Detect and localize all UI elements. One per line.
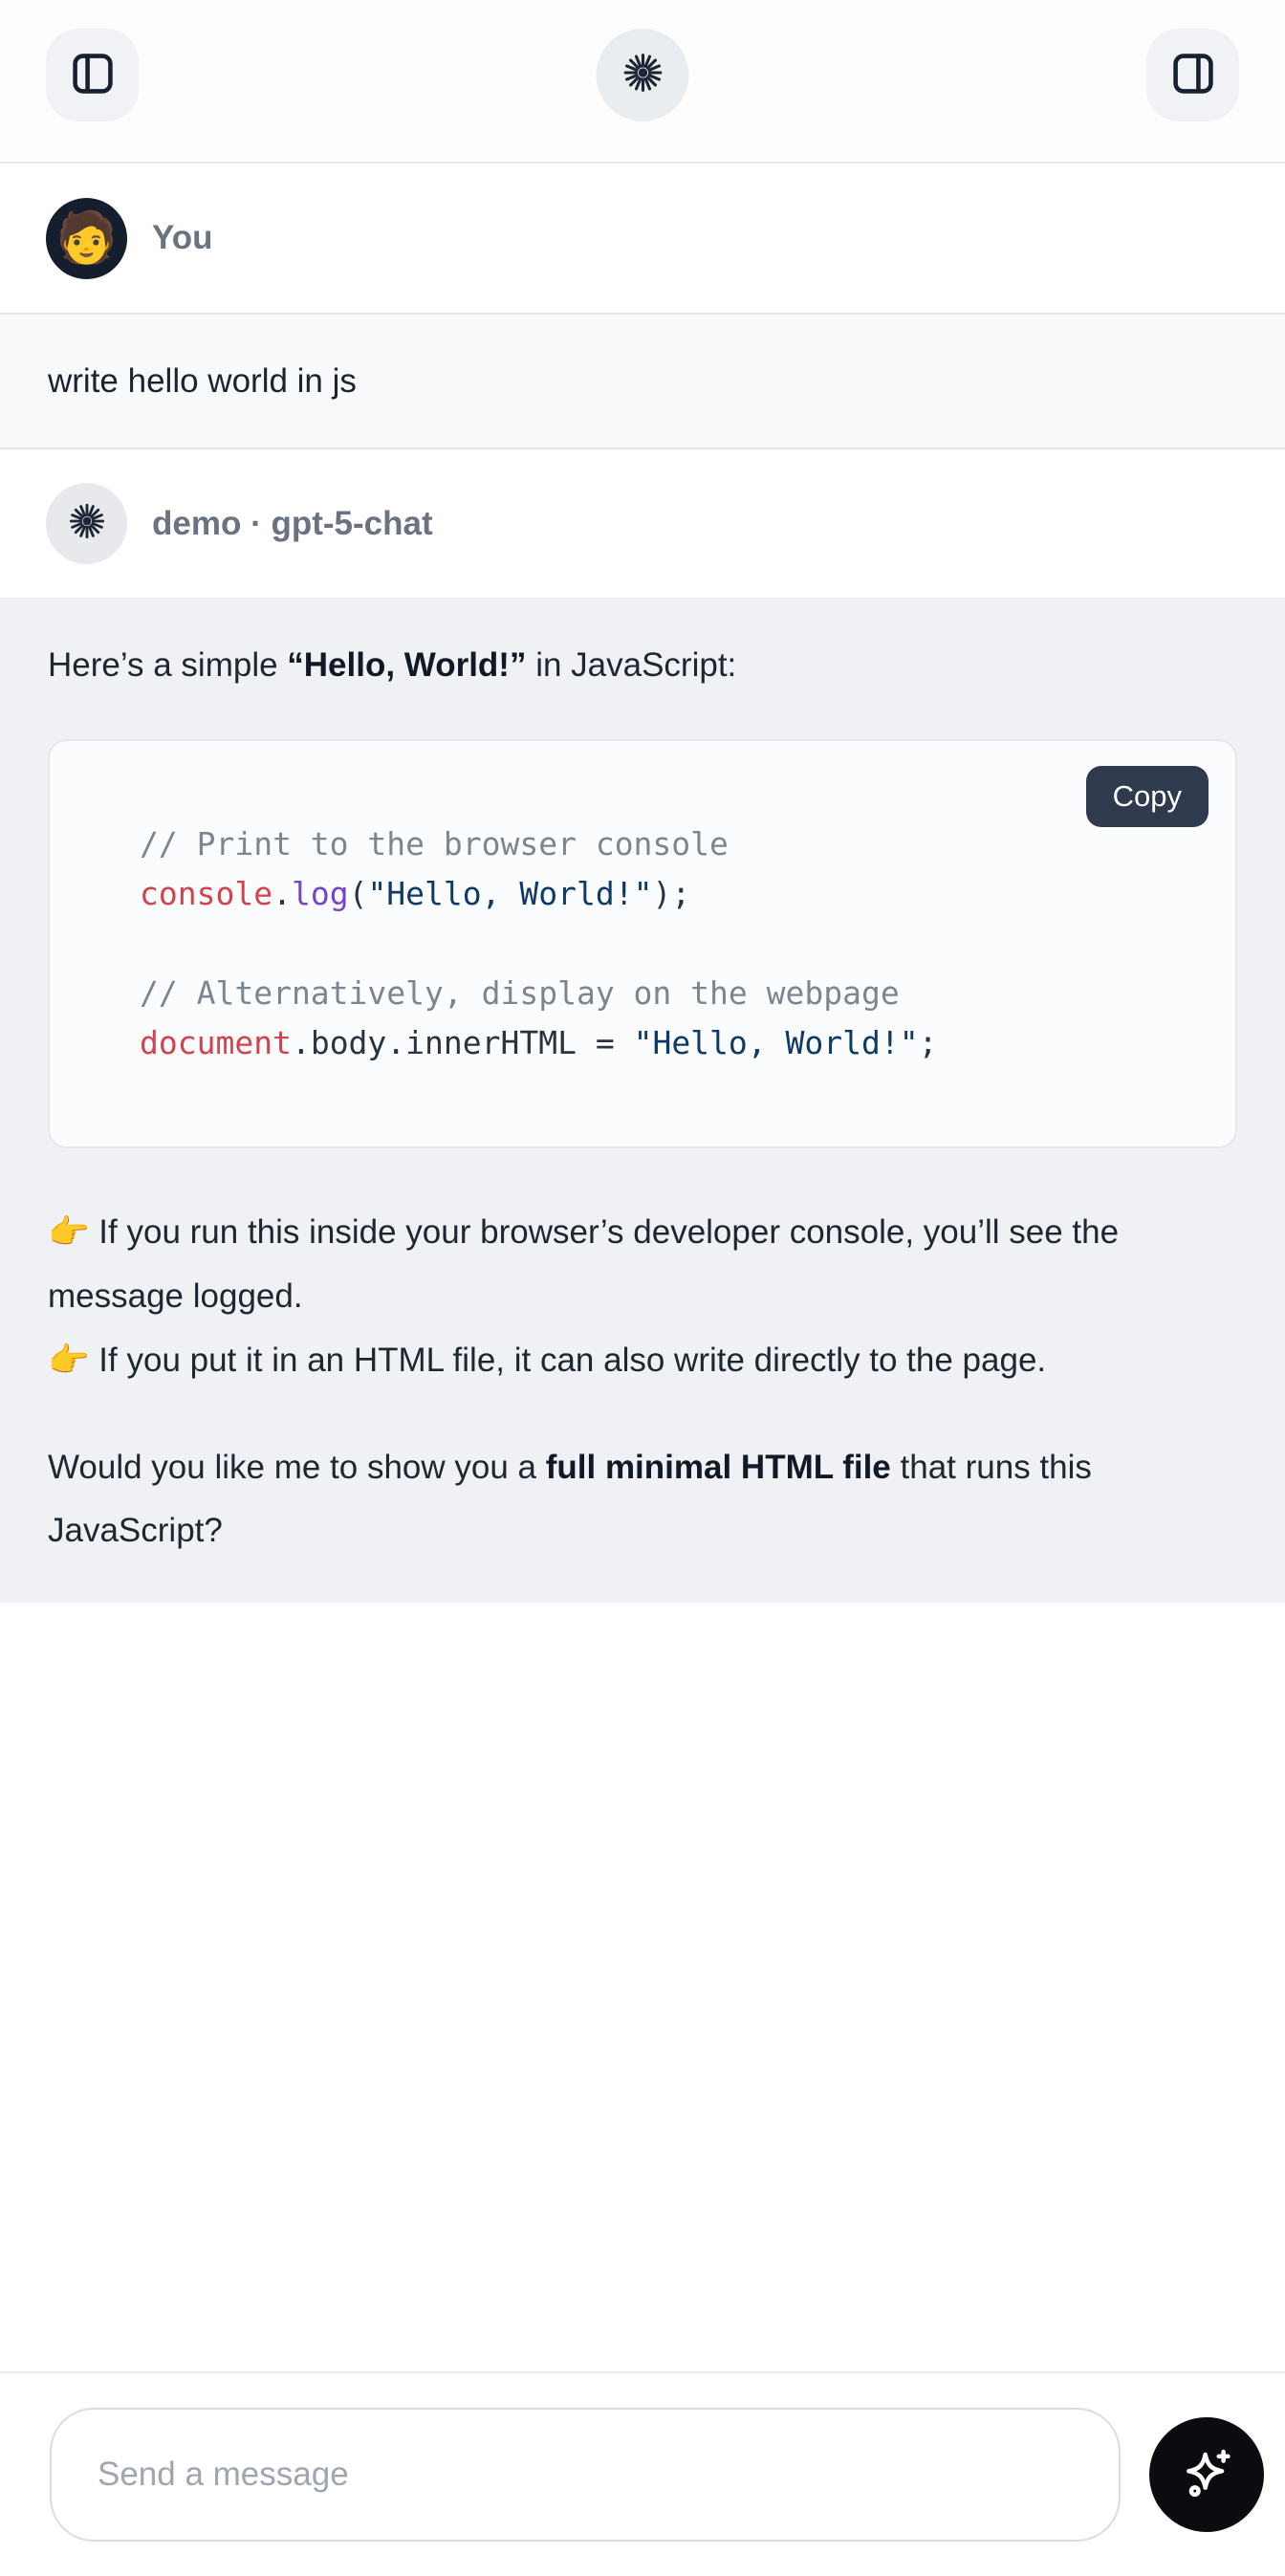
app-logo-badge <box>597 29 689 121</box>
assistant-avatar <box>46 483 127 564</box>
starburst-icon <box>621 52 664 98</box>
assistant-message-bubble: Here’s a simple “Hello, World!” in JavaS… <box>0 598 1285 1603</box>
top-bar <box>0 0 1285 164</box>
panel-left-icon <box>68 49 118 101</box>
code-content: // Print to the browser consoleconsole.l… <box>50 741 1235 1146</box>
chat-scroll-area[interactable] <box>0 1603 1285 2371</box>
sidebar-toggle-button[interactable] <box>46 29 139 121</box>
copy-code-button[interactable]: Copy <box>1086 766 1209 827</box>
user-message-text: write hello world in js <box>48 362 357 401</box>
panel-right-icon <box>1168 49 1218 101</box>
code-block: Copy // Print to the browser consolecons… <box>48 739 1237 1148</box>
user-message-bubble: write hello world in js <box>0 313 1285 449</box>
message-input[interactable] <box>50 2408 1121 2542</box>
composer-bar <box>0 2371 1285 2576</box>
assistant-author-row: demo · gpt-5-chat <box>0 449 1285 598</box>
user-author-row: 🧑 You <box>0 164 1285 313</box>
send-button[interactable] <box>1149 2417 1264 2532</box>
assistant-intro-text: Here’s a simple “Hello, World!” in JavaS… <box>48 634 1233 697</box>
user-author-label: You <box>152 219 213 257</box>
starburst-icon <box>68 502 106 545</box>
person-emoji: 🧑 <box>55 213 118 263</box>
panel-right-toggle-button[interactable] <box>1146 29 1239 121</box>
assistant-author-label: demo · gpt-5-chat <box>152 505 433 543</box>
assistant-tips-text: 👉 If you run this inside your browser’s … <box>48 1200 1233 1392</box>
assistant-question-text: Would you like me to show you a full min… <box>48 1436 1233 1562</box>
sparkles-icon <box>1176 2443 1237 2507</box>
user-avatar: 🧑 <box>46 198 127 279</box>
